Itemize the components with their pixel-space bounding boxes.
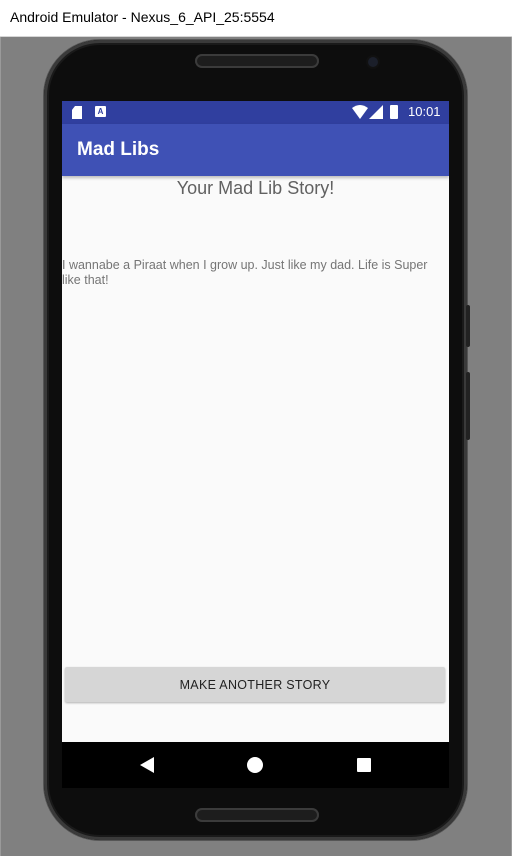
battery-charging-icon [390, 105, 398, 119]
emulator-title-bar[interactable]: Android Emulator - Nexus_6_API_25:5554 [0, 0, 512, 37]
volume-button[interactable] [466, 305, 470, 347]
recents-icon[interactable] [357, 758, 371, 772]
app-toolbar: Mad Libs [62, 124, 449, 176]
front-camera [368, 57, 378, 67]
sd-card-icon [72, 106, 82, 119]
a-icon: A [95, 106, 106, 117]
status-time: 10:01 [408, 104, 441, 119]
story-text: I wannabe a Piraat when I grow up. Just … [62, 258, 428, 287]
device-screen: A 10:01 Mad Libs Your Mad Lib Story! I w… [62, 101, 449, 742]
window-border-left [0, 37, 1, 856]
story-heading: Your Mad Lib Story! [176, 178, 335, 198]
make-another-story-button[interactable]: MAKE ANOTHER STORY [65, 667, 445, 702]
app-title: Mad Libs [77, 139, 160, 160]
back-icon[interactable] [140, 757, 154, 773]
emulator-window-title: Android Emulator - Nexus_6_API_25:5554 [10, 9, 275, 25]
navigation-bar [62, 742, 449, 788]
home-icon[interactable] [247, 757, 263, 773]
signal-icon [369, 105, 383, 119]
power-button[interactable] [466, 372, 470, 440]
status-bar: A 10:01 [62, 101, 449, 124]
wifi-icon [352, 105, 368, 119]
bottom-speaker [195, 808, 319, 822]
top-speaker [195, 54, 319, 68]
